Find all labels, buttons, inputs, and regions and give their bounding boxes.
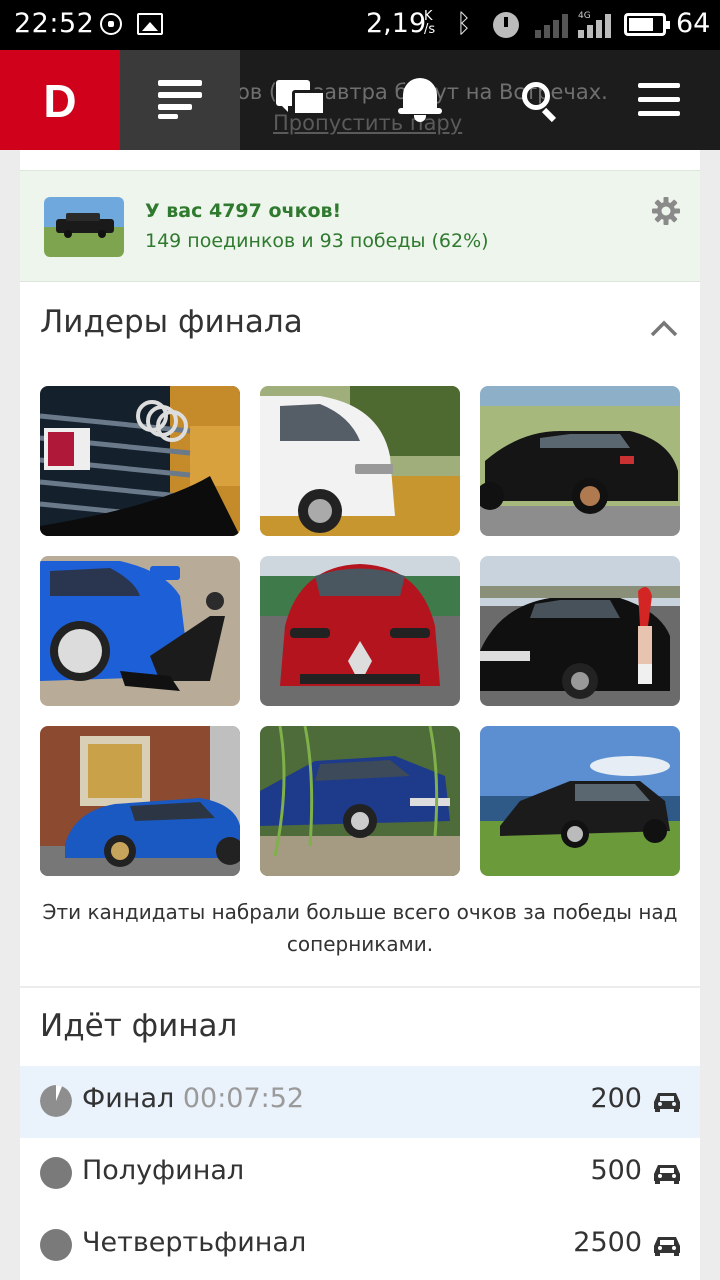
- net-speed-unit: K/s: [424, 9, 436, 37]
- leader-thumb-black-sedan[interactable]: [480, 386, 680, 536]
- leader-thumb-blue-bmw[interactable]: [260, 726, 460, 876]
- score-stats: 149 поединков и 93 победы (62%): [145, 230, 489, 252]
- score-title: У вас 4797 очков!: [145, 200, 342, 222]
- status-dot: [40, 1157, 72, 1189]
- alarm-icon: [493, 12, 519, 38]
- round-label: Финал 00:07:52: [82, 1083, 305, 1114]
- feed-icon: [158, 80, 202, 120]
- user-car-avatar[interactable]: [44, 197, 124, 257]
- drive2-logo[interactable]: D: [0, 50, 120, 150]
- round-label: Четвертьфинал: [82, 1227, 307, 1258]
- round-row-quarterfinal[interactable]: Четвертьфинал 2500: [20, 1210, 700, 1280]
- round-row-semifinal[interactable]: Полуфинал 500: [20, 1138, 700, 1210]
- leader-thumb-black-mercedes[interactable]: [480, 726, 680, 876]
- signal-icon: [578, 14, 614, 38]
- feed-button[interactable]: [120, 50, 240, 150]
- round-timer: 00:07:52: [182, 1083, 305, 1114]
- score-card: У вас 4797 очков! 149 поединков и 93 поб…: [20, 170, 700, 282]
- leaders-grid: [40, 386, 680, 876]
- bluetooth-icon: ᛒ: [456, 9, 472, 39]
- round-row-final[interactable]: Финал 00:07:52 200: [20, 1066, 700, 1138]
- main-content: У вас 4797 очков! 149 поединков и 93 поб…: [20, 150, 700, 1280]
- battery-level: 64: [676, 8, 711, 39]
- round-votes: 200: [590, 1083, 642, 1114]
- whatsapp-icon: [100, 13, 122, 35]
- gallery-icon: [137, 13, 163, 35]
- menu-button[interactable]: [620, 50, 700, 150]
- leader-thumb-red-alfa[interactable]: [260, 556, 460, 706]
- leaders-title: Лидеры финала: [40, 304, 303, 340]
- status-dot: [40, 1229, 72, 1261]
- battery-icon: [624, 13, 670, 36]
- net-speed: 2,19: [366, 8, 427, 39]
- card-edge: [20, 150, 700, 170]
- car-icon: [654, 1093, 680, 1112]
- car-icon: [654, 1237, 680, 1256]
- gear-icon[interactable]: [652, 197, 680, 225]
- leader-thumb-blue-subaru[interactable]: [40, 556, 240, 706]
- top-navbar: ов (…) завтра будут на Встречах. Пропуст…: [0, 50, 720, 150]
- leader-thumb-black-accord[interactable]: [480, 556, 680, 706]
- signal-icon: [535, 14, 571, 38]
- chevron-up-icon[interactable]: [650, 318, 678, 338]
- round-label: Полуфинал: [82, 1155, 245, 1186]
- logo-letter: D: [43, 75, 77, 127]
- final-title: Идёт финал: [40, 1008, 238, 1044]
- final-section: Идёт финал Финал 00:07:52 200 Полуфинал …: [20, 988, 700, 1280]
- timer-icon: [40, 1085, 72, 1117]
- leaders-caption: Эти кандидаты набрали больше всего очков…: [42, 900, 678, 956]
- messages-button[interactable]: [260, 50, 340, 150]
- leader-thumb-white-van[interactable]: [260, 386, 460, 536]
- car-icon: [654, 1165, 680, 1184]
- leader-thumb-blue-golf[interactable]: [40, 726, 240, 876]
- status-time: 22:52: [14, 8, 95, 39]
- leaders-section: Лидеры финала Эти кандидаты набрали боль…: [20, 282, 700, 986]
- search-button[interactable]: [500, 50, 580, 150]
- round-votes: 500: [590, 1155, 642, 1186]
- round-votes: 2500: [573, 1227, 642, 1258]
- notifications-button[interactable]: [380, 50, 460, 150]
- status-bar: 22:52 2,19 K/s ᛒ 4G 64: [0, 0, 720, 50]
- leader-thumb-audi[interactable]: [40, 386, 240, 536]
